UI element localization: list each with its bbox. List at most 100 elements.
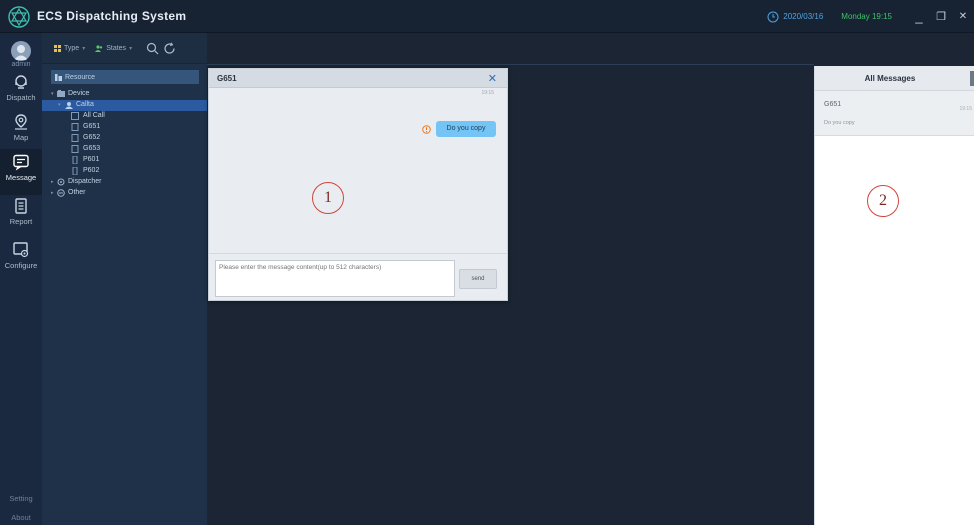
divider — [207, 64, 814, 65]
close-button[interactable]: ✕ — [952, 11, 974, 22]
tree-node-p601[interactable]: P601 — [42, 155, 207, 166]
radio-terminal-icon — [71, 123, 79, 131]
nav-item-about[interactable]: About — [0, 513, 42, 522]
other-icon — [57, 189, 65, 197]
dialog-title: G651 — [217, 74, 237, 83]
resource-panel: Type ▾ States ▾ Resource ▾ Device ▾ Call… — [42, 33, 207, 525]
minimize-button[interactable]: _ — [908, 9, 930, 24]
nav-item-message[interactable]: Message — [0, 149, 42, 195]
dispatch-headset-icon — [15, 75, 27, 89]
nav-label-configure: Configure — [4, 261, 38, 270]
tree-label: All Call — [83, 112, 105, 119]
user-name: admin — [11, 61, 31, 68]
tree-label: G653 — [83, 145, 101, 152]
all-messages-panel: All Messages G651 19:15 Do you copy 2 — [814, 66, 974, 525]
radio-terminal-icon — [71, 134, 79, 142]
message-icon — [13, 154, 29, 171]
tree-label: P602 — [83, 167, 100, 174]
title-bar-status: 2020/03/16 Monday 19:15 _ ❐ ✕ — [767, 0, 974, 33]
title-bar: ECS Dispatching System 2020/03/16 Monday… — [0, 0, 974, 33]
tree-node-p602[interactable]: P602 — [42, 166, 207, 177]
chevron-down-icon: ▾ — [129, 45, 133, 52]
chevron-down-icon: ▾ — [58, 102, 61, 108]
chevron-down-icon: ▾ — [51, 91, 54, 97]
tree-node-dispatcher[interactable]: ▸ Dispatcher — [42, 177, 207, 188]
user-icon — [14, 45, 28, 60]
tree-node-callta[interactable]: ▾ Callta — [42, 100, 207, 111]
nav-label-map: Map — [13, 133, 29, 142]
nav-item-setting[interactable]: Setting — [0, 494, 42, 503]
message-bubble: Do you copy — [436, 121, 496, 137]
dialog-close-button[interactable]: ✕ — [488, 72, 497, 85]
conversation-item[interactable]: G651 19:15 Do you copy — [815, 91, 974, 136]
left-nav: admin Dispatch Map Message Report Config… — [0, 33, 42, 525]
clock-icon — [767, 11, 779, 22]
nav-label-report: Report — [9, 217, 33, 226]
app-logo-icon — [8, 6, 30, 28]
current-date: 2020/03/16 — [783, 12, 824, 21]
tree-node-other[interactable]: ▸ Other — [42, 188, 207, 199]
nav-label-message: Message — [5, 173, 37, 182]
states-filter-label: States — [106, 44, 127, 52]
states-filter[interactable]: States ▾ — [95, 45, 132, 52]
resource-tree: ▾ Device ▾ Callta All Call G651 G652 G65… — [42, 89, 207, 199]
app-title: ECS Dispatching System — [37, 9, 187, 23]
messages-panel-title: All Messages — [864, 74, 916, 83]
all-call-icon — [71, 112, 79, 120]
resource-icon — [55, 73, 62, 81]
group-icon — [65, 102, 73, 109]
dialog-header: G651 ✕ — [209, 69, 507, 88]
chevron-down-icon: ▾ — [82, 45, 86, 52]
nav-item-configure[interactable]: Configure — [0, 237, 42, 283]
type-filter[interactable]: Type ▾ — [54, 44, 86, 52]
panel-collapse-handle[interactable] — [970, 71, 974, 86]
map-pin-icon — [15, 114, 27, 130]
nav-item-report[interactable]: Report — [0, 193, 42, 239]
tree-node-g653[interactable]: G653 — [42, 144, 207, 155]
tree-label: Dispatcher — [68, 178, 102, 185]
restore-button[interactable]: ❐ — [930, 10, 952, 23]
avatar[interactable] — [11, 41, 31, 61]
chevron-right-icon: ▸ — [51, 179, 54, 185]
refresh-icon[interactable] — [163, 42, 176, 55]
tree-label: Callta — [76, 101, 94, 108]
tree-label: P601 — [83, 156, 100, 163]
dispatcher-icon — [57, 178, 65, 186]
chevron-right-icon: ▸ — [51, 190, 54, 196]
report-document-icon — [15, 198, 27, 214]
annotation-marker: 1 — [312, 182, 344, 214]
message-input[interactable] — [215, 260, 455, 297]
send-button[interactable]: send — [459, 269, 497, 289]
nav-label-dispatch: Dispatch — [6, 93, 36, 102]
message-history[interactable]: 19:15 Do you copy 1 — [209, 88, 507, 253]
tree-label: Device — [68, 90, 90, 97]
message-compose: send — [209, 253, 507, 300]
current-day-time: Monday 19:15 — [841, 12, 892, 21]
conversation-time: 19:15 — [959, 106, 972, 112]
message-dialog: G651 ✕ 19:15 Do you copy 1 send — [208, 68, 508, 301]
message-time: 19:15 — [481, 90, 494, 96]
type-filter-label: Type — [64, 44, 80, 52]
tree-label: Other — [68, 189, 86, 196]
resource-header: Resource — [51, 70, 199, 84]
conversation-preview: Do you copy — [824, 120, 855, 126]
grid-icon — [54, 44, 61, 52]
conversation-name: G651 — [824, 101, 842, 108]
tree-node-all-call[interactable]: All Call — [42, 111, 207, 122]
tree-label: G652 — [83, 134, 101, 141]
device-folder-icon — [57, 90, 65, 97]
resource-header-label: Resource — [65, 73, 95, 81]
warning-icon[interactable] — [422, 125, 431, 134]
search-icon[interactable] — [146, 42, 159, 55]
configure-gear-icon — [13, 242, 29, 258]
tree-node-g652[interactable]: G652 — [42, 133, 207, 144]
app-window: ECS Dispatching System 2020/03/16 Monday… — [0, 0, 974, 525]
radio-terminal-icon — [71, 145, 79, 153]
tree-node-device[interactable]: ▾ Device — [42, 89, 207, 100]
tree-label: G651 — [83, 123, 101, 130]
handset-icon — [72, 167, 78, 175]
resource-toolbar: Type ▾ States ▾ — [42, 33, 207, 64]
annotation-marker: 2 — [867, 185, 899, 217]
handset-icon — [72, 156, 78, 164]
tree-node-g651[interactable]: G651 — [42, 122, 207, 133]
